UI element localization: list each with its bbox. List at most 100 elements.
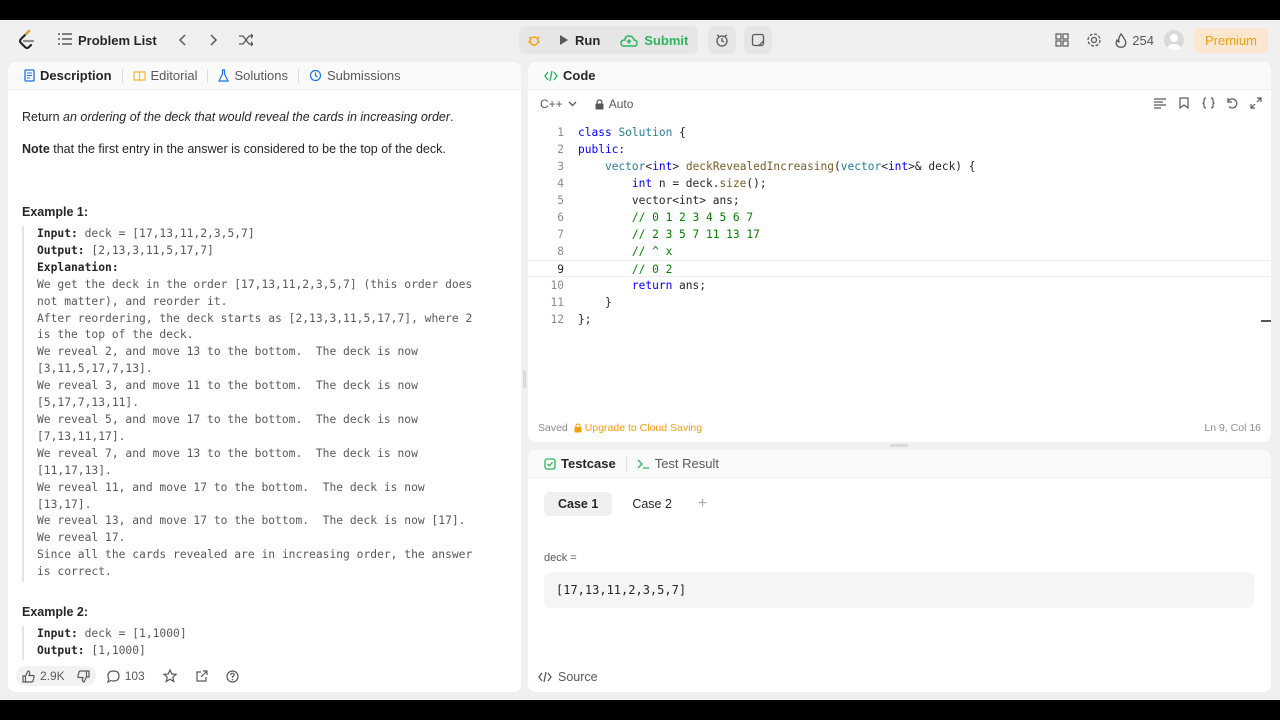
streak-counter[interactable]: 254 [1115,32,1154,48]
checkbox-icon [544,457,556,470]
tab-code[interactable]: Code [538,64,602,87]
submit-button[interactable]: Submit [610,26,698,54]
line-number: 10 [550,279,564,292]
example-1-explanation: We get the deck in the order [17,13,11,2… [37,278,472,578]
source-button[interactable]: Source [538,670,598,684]
add-case-icon[interactable]: + [698,495,707,513]
description-panel: Description Editorial Solutions Submissi… [8,62,521,692]
example-1-output: [2,13,3,11,5,17,7] [84,243,214,257]
dislike-button[interactable] [76,669,90,683]
case-1-tab[interactable]: Case 1 [544,492,613,516]
problem-list-button[interactable]: Problem List [52,29,163,52]
tab-submissions-label: Submissions [326,68,401,83]
flask-icon [218,69,230,82]
explanation-line: [3,11,5,17,7,13]. [37,362,153,376]
code-line: 1 class Solution { [528,124,1271,141]
code-comment: // 0 2 [631,263,673,276]
upgrade-cloud-saving-link[interactable]: Upgrade to Cloud Saving [574,422,702,434]
output-label: Output: [37,643,85,657]
code-comment: // 0 1 2 3 4 5 6 7 [631,211,754,224]
horizontal-resize-handle[interactable] [890,444,908,447]
explanation-line: [13,17]. [37,497,92,511]
notes-icon[interactable] [744,26,773,54]
explanation-line: Since all the cards revealed are in incr… [37,548,473,562]
code-line-current: 9 // 0 2 [528,260,1271,277]
code-panel: Code C++ Auto 1 class Solution { 2 public [528,62,1271,442]
example-2-output: [1,1000] [84,643,146,657]
problem-list-label: Problem List [78,32,157,48]
comment-count: 103 [124,669,145,683]
code-editor[interactable]: 1 class Solution { 2 public: 3 vector<int>… [528,122,1271,422]
prev-problem-button[interactable] [169,27,195,53]
like-button[interactable]: 2.9K [22,669,65,683]
example-1-input: deck = [17,13,11,2,3,5,7] [77,227,255,240]
explanation-line: We get the deck in the order [17,13,11,2… [37,277,473,291]
example-2-input: deck = [1,1000] [77,627,187,640]
tab-test-result[interactable]: Test Result [631,452,725,475]
explanation-line: We reveal 17. [37,531,126,545]
explanation-line: We reveal 2, and move 13 to the bottom. … [37,345,418,359]
tab-description[interactable]: Description [18,64,118,87]
next-problem-button[interactable] [201,27,227,53]
app-window: Problem List Run Submit 254 Premium Desc… [0,20,1280,700]
line-number: 1 [557,126,564,139]
scrollbar-marker[interactable] [1261,320,1271,322]
code-line: 3 vector<int> deckRevealedIncreasing(vec… [528,158,1271,175]
mode-label: Auto [608,97,634,111]
debug-icon[interactable] [519,26,549,54]
code-line: 4 int n = deck.size(); [528,175,1271,192]
favorite-button[interactable] [156,666,184,686]
reset-icon[interactable] [1223,94,1241,112]
book-icon [132,70,146,81]
deck-input-field[interactable]: [17,13,11,2,3,5,7] [544,572,1254,608]
share-button[interactable] [188,667,215,686]
code-line: 7 // 2 3 5 7 11 13 17 [528,226,1271,243]
vertical-resize-handle[interactable] [523,370,526,388]
code-token: int [652,160,673,173]
tab-testcase[interactable]: Testcase [538,452,622,475]
source-label: Source [558,670,598,684]
timer-icon[interactable] [708,26,737,54]
line-number: 3 [557,160,564,173]
run-button[interactable]: Run [549,26,610,54]
premium-button[interactable]: Premium [1193,27,1268,53]
chevron-down-icon [568,101,577,107]
comments-button[interactable]: 103 [100,666,152,686]
user-avatar[interactable] [1163,30,1184,50]
description-tabs: Description Editorial Solutions Submissi… [8,62,521,90]
tab-divider [625,456,627,471]
tab-divider [207,68,209,83]
language-select[interactable]: C++ [536,97,581,111]
shuffle-icon[interactable] [233,27,259,53]
explanation-line: We reveal 13, and move 17 to the bottom.… [37,514,466,528]
line-number: 9 [557,263,564,276]
tab-solutions[interactable]: Solutions [212,64,293,87]
fullscreen-icon[interactable] [1247,94,1265,112]
code-token: (); [746,177,767,190]
tab-divider [121,68,123,83]
braces-icon[interactable] [1199,94,1217,112]
code-icon [544,70,558,81]
autocomplete-mode[interactable]: Auto [595,97,634,111]
code-token: int [631,177,653,190]
return-paragraph: Return an ordering of the deck that woul… [22,108,454,126]
code-token: int [887,160,909,173]
help-button[interactable] [219,667,246,686]
output-label: Output: [37,243,85,257]
code-token: return [631,279,673,292]
leetcode-logo-icon[interactable] [16,29,38,51]
code-token: Solution [618,126,673,139]
tab-solutions-label: Solutions [234,68,288,83]
format-icon[interactable] [1151,94,1169,112]
return-suffix: . [450,110,454,124]
tab-test-result-label: Test Result [654,456,719,471]
layout-icon[interactable] [1051,33,1073,47]
explanation-line: [5,17,7,13,11]. [37,396,140,410]
code-token: }; [578,313,592,326]
bookmark-icon[interactable] [1175,94,1193,112]
tab-editorial[interactable]: Editorial [127,64,204,87]
settings-gear-icon[interactable] [1083,32,1105,48]
tab-submissions[interactable]: Submissions [303,64,407,87]
case-2-tab[interactable]: Case 2 [618,492,686,516]
code-line: 10 return ans; [528,277,1271,294]
